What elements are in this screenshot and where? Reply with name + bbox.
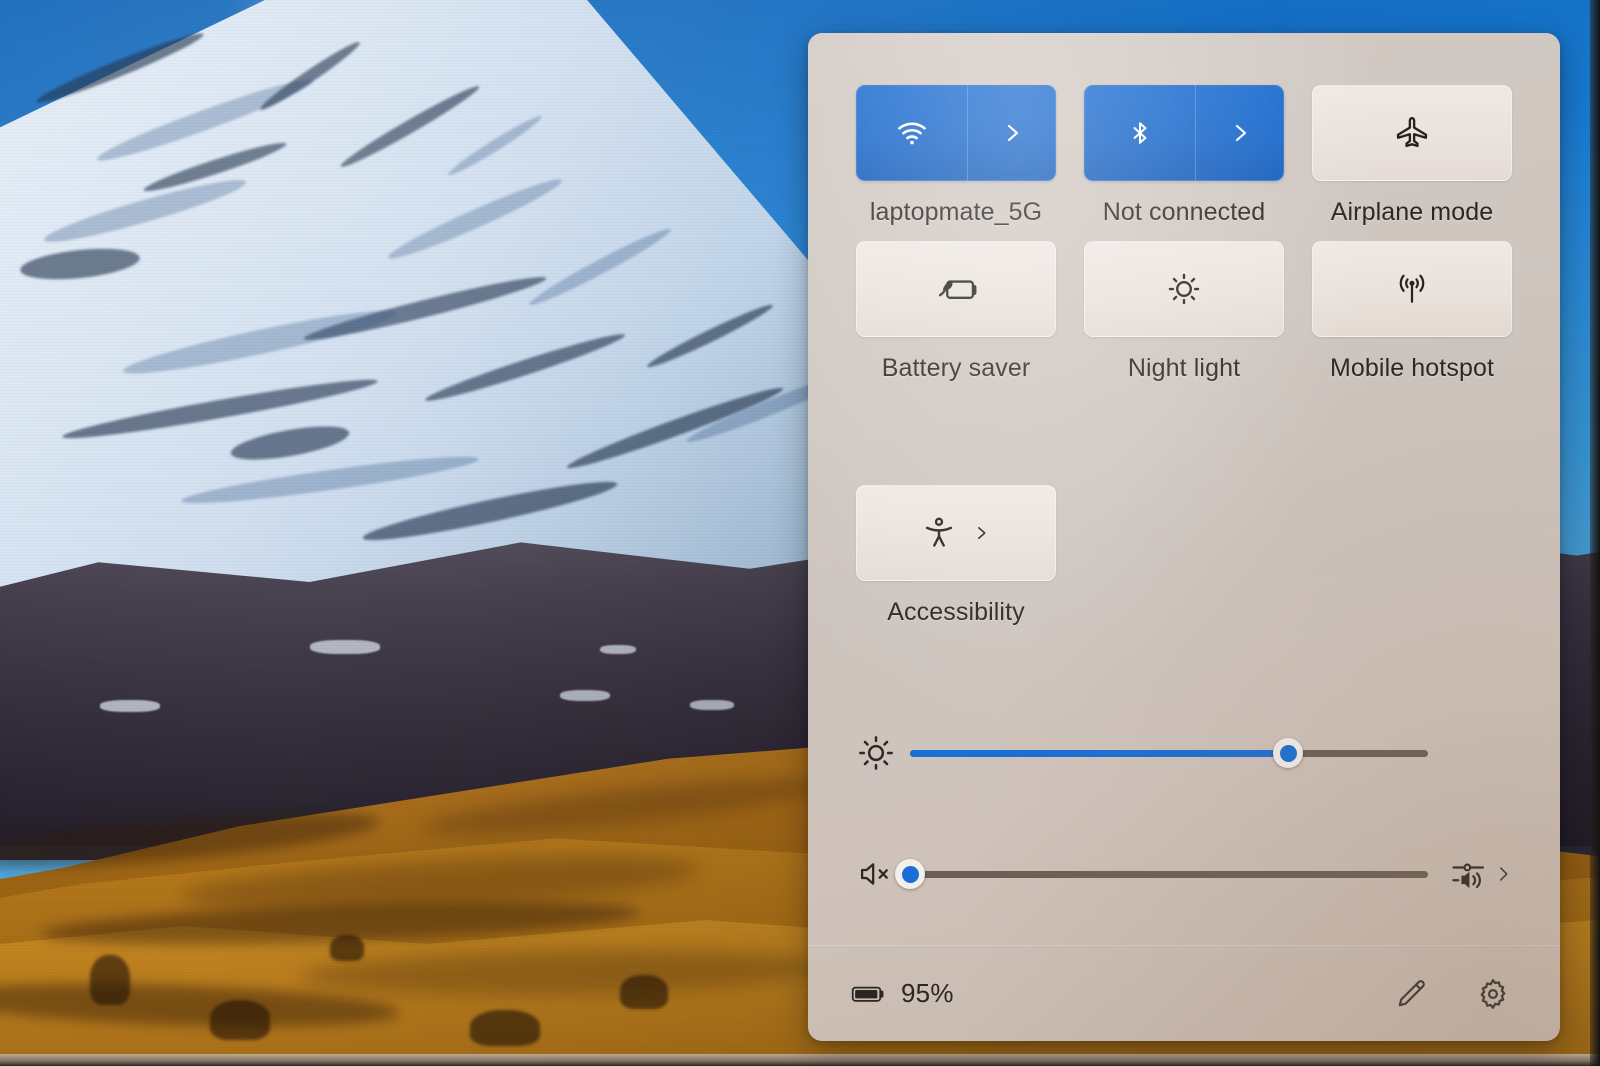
bluetooth-expand-button[interactable]: [1196, 86, 1283, 180]
mobile-hotspot-tile[interactable]: [1312, 241, 1512, 337]
screen-right-bezel: [1590, 0, 1600, 1066]
volume-track[interactable]: [910, 870, 1428, 878]
wifi-tile-label: laptopmate_5G: [869, 198, 1043, 226]
volume-slider[interactable]: [895, 855, 1428, 893]
pencil-icon: [1394, 977, 1428, 1011]
volume-slider-thumb[interactable]: [895, 859, 925, 889]
brightness-slider-thumb[interactable]: [1273, 738, 1304, 768]
screen-bottom-bezel: [0, 1054, 1600, 1066]
quick-settings-tiles-grid: laptopmate_5G Not connected Airplane mod…: [856, 85, 1512, 383]
tile-cell-accessibility: Accessibility: [856, 485, 1056, 627]
wifi-tile[interactable]: [856, 85, 1056, 181]
battery-status: 95%: [850, 978, 954, 1009]
tile-cell-airplane-mode: Airplane mode: [1312, 85, 1512, 227]
battery-icon: [850, 983, 888, 1005]
tile-cell-battery-saver: Battery saver: [856, 241, 1056, 383]
tile-cell-bluetooth: Not connected: [1084, 85, 1284, 227]
tile-cell-mobile-hotspot: Mobile hotspot: [1312, 241, 1512, 383]
bluetooth-tile[interactable]: [1084, 85, 1284, 181]
gear-icon: [1475, 976, 1511, 1012]
hotspot-icon: [1392, 271, 1432, 307]
audio-output-selector[interactable]: [1428, 857, 1512, 891]
brightness-slider-row: [856, 733, 1512, 773]
night-light-tile[interactable]: [1084, 241, 1284, 337]
bluetooth-tile-label: Not connected: [1102, 198, 1266, 226]
night-light-icon: [1165, 270, 1203, 308]
edit-quick-settings-button[interactable]: [1384, 967, 1438, 1021]
quick-settings-panel: laptopmate_5G Not connected Airplane mod…: [808, 33, 1560, 1041]
airplane-mode-tile[interactable]: [1312, 85, 1512, 181]
battery-percentage: 95%: [901, 978, 954, 1008]
mobile-hotspot-tile-label: Mobile hotspot: [1330, 354, 1494, 382]
airplane-icon: [1393, 114, 1431, 152]
brightness-slider[interactable]: [910, 734, 1428, 772]
volume-slider-row: [856, 855, 1512, 893]
chevron-right-icon: [972, 520, 990, 546]
chevron-right-icon: [1000, 116, 1024, 150]
night-light-tile-label: Night light: [1127, 354, 1241, 382]
airplane-mode-tile-label: Airplane mode: [1330, 198, 1494, 226]
brightness-icon: [856, 733, 910, 773]
wifi-toggle-button[interactable]: [857, 86, 967, 180]
battery-saver-tile[interactable]: [856, 241, 1056, 337]
open-settings-button[interactable]: [1466, 967, 1520, 1021]
chevron-right-icon: [1494, 859, 1512, 889]
battery-saver-icon: [933, 274, 979, 304]
quick-settings-footer: 95%: [808, 945, 1560, 1041]
accessibility-tile-label: Accessibility: [887, 598, 1025, 626]
chevron-right-icon: [1228, 116, 1252, 150]
brightness-track-fill: [910, 749, 1289, 757]
accessibility-tile[interactable]: [856, 485, 1056, 581]
accessibility-icon: [922, 514, 956, 552]
audio-output-icon: [1450, 857, 1488, 891]
bluetooth-toggle-button[interactable]: [1085, 86, 1195, 180]
battery-saver-tile-label: Battery saver: [881, 354, 1031, 382]
wifi-icon: [891, 117, 933, 149]
laptop-screen: laptopmate_5G Not connected Airplane mod…: [0, 0, 1600, 1066]
bluetooth-icon: [1127, 114, 1153, 152]
tile-cell-wifi: laptopmate_5G: [856, 85, 1056, 227]
tile-cell-night-light: Night light: [1084, 241, 1284, 383]
wifi-expand-button[interactable]: [968, 86, 1055, 180]
